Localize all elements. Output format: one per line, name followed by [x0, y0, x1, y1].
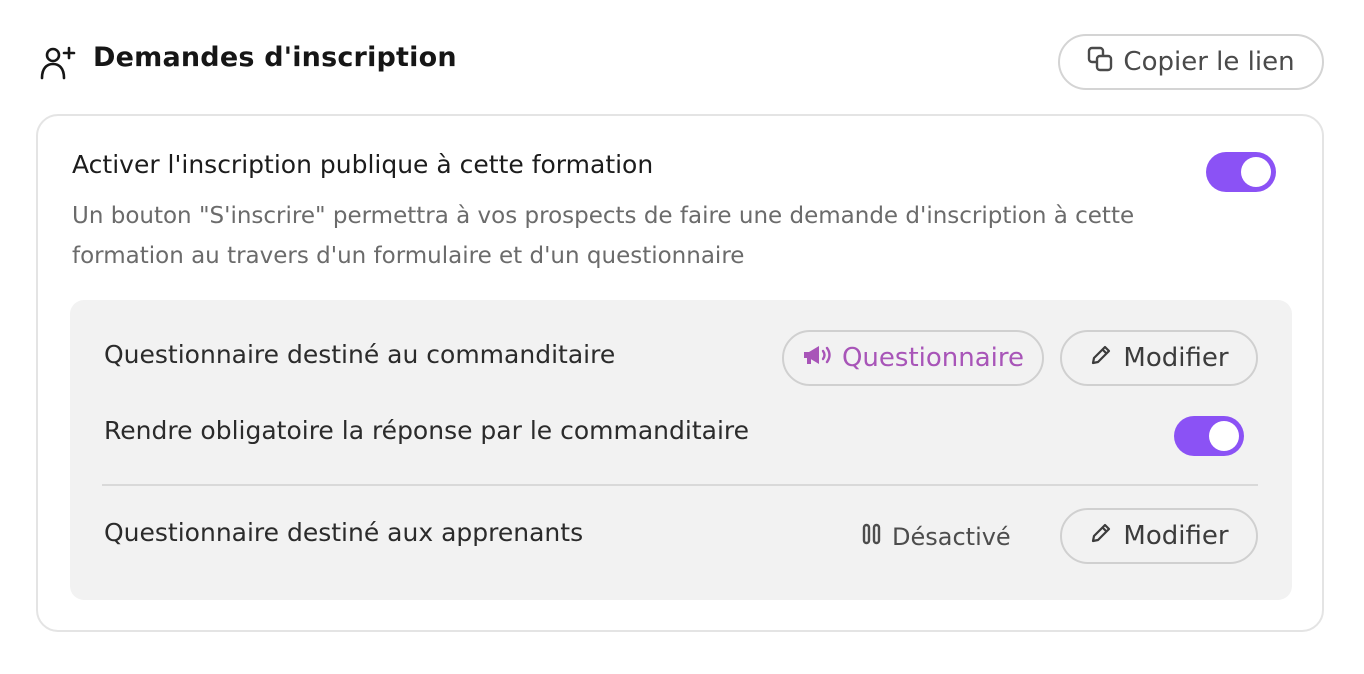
user-plus-icon [38, 44, 76, 82]
edit-button-label: Modifier [1123, 343, 1229, 373]
pencil-icon [1089, 343, 1113, 374]
copy-icon [1087, 46, 1113, 79]
questionnaire-panel: Questionnaire destiné au commanditaire Q… [70, 300, 1292, 600]
edit-button-label: Modifier [1123, 521, 1229, 551]
edit-learners-questionnaire-button[interactable]: Modifier [1060, 508, 1258, 564]
status-badge: Désactivé [862, 522, 1011, 552]
public-registration-title: Activer l'inscription publique à cette f… [72, 150, 654, 179]
public-registration-toggle[interactable] [1206, 152, 1276, 192]
copy-link-button[interactable]: Copier le lien [1058, 34, 1324, 90]
sponsor-questionnaire-label: Questionnaire destiné au commanditaire [104, 340, 616, 369]
pause-icon [862, 522, 882, 552]
questionnaire-button[interactable]: Questionnaire [782, 330, 1044, 386]
toggle-knob [1241, 157, 1271, 187]
page-title: Demandes d'inscription [93, 42, 457, 73]
divider [102, 484, 1258, 486]
status-label: Désactivé [892, 523, 1011, 551]
toggle-knob [1209, 421, 1239, 451]
pencil-icon [1089, 521, 1113, 552]
section-header: Demandes d'inscription Copier le lien [38, 34, 1324, 90]
megaphone-icon [802, 343, 832, 373]
copy-link-label: Copier le lien [1123, 47, 1295, 77]
registration-card: Activer l'inscription publique à cette f… [36, 114, 1324, 632]
learners-questionnaire-label: Questionnaire destiné aux apprenants [104, 518, 584, 547]
edit-sponsor-questionnaire-button[interactable]: Modifier [1060, 330, 1258, 386]
questionnaire-button-label: Questionnaire [841, 343, 1025, 373]
sponsor-required-toggle[interactable] [1174, 416, 1244, 456]
public-registration-description: Un bouton "S'inscrire" permettra à vos p… [72, 203, 1135, 269]
sponsor-required-label: Rendre obligatoire la réponse par le com… [104, 416, 750, 445]
